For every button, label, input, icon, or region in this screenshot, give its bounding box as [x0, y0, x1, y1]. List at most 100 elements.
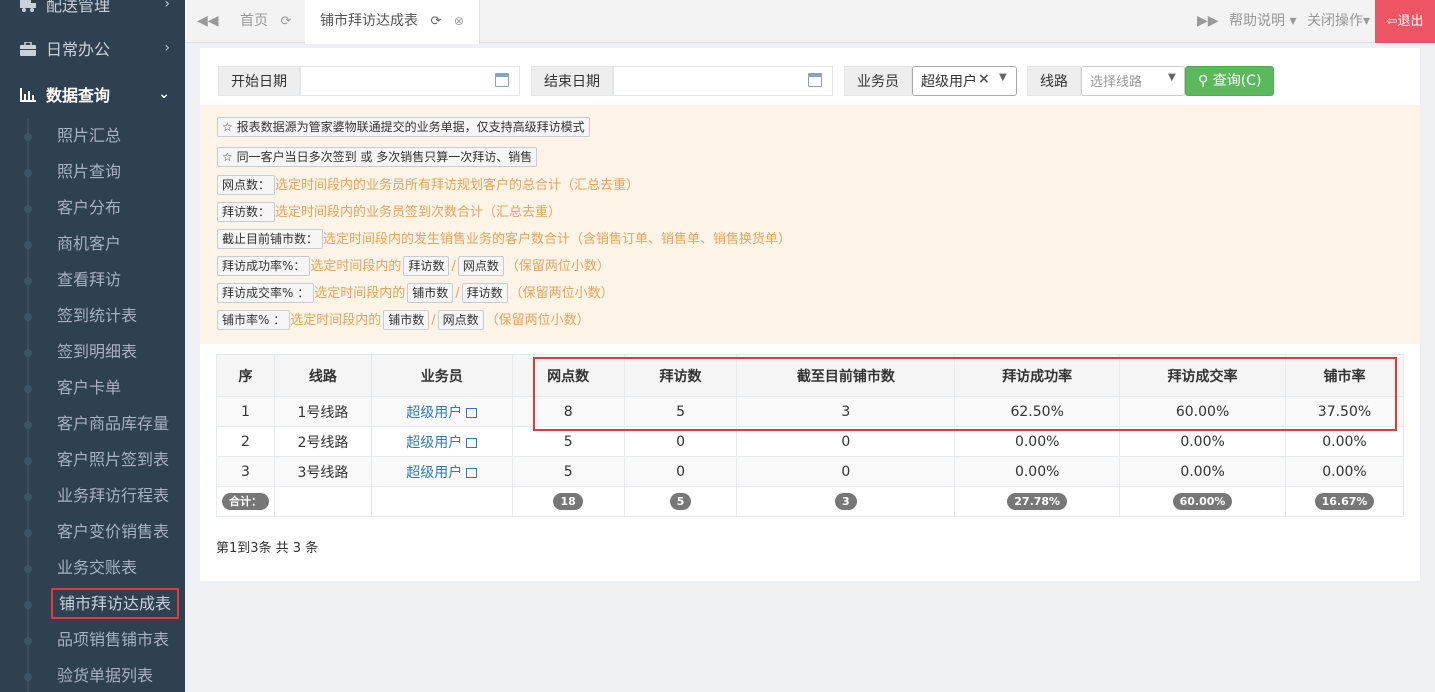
bullet-dot [24, 493, 32, 501]
cell-total-label: 合计： [216, 486, 275, 517]
note-tag: 铺市数 [383, 310, 430, 330]
close-ops-menu[interactable]: 关闭操作▾ [1307, 0, 1370, 43]
sidebar-item-delivery[interactable]: 配送管理 › [20, 0, 170, 16]
sub-item-label: 签到统计表 [57, 306, 138, 325]
chevron-right-icon: › [164, 40, 170, 56]
note-text: / [455, 286, 460, 301]
salesman-value: 超级用户 [921, 74, 977, 90]
user-link[interactable]: 超级用户 [406, 434, 478, 451]
clear-icon[interactable]: × [978, 71, 990, 87]
sidebar-sub-item[interactable]: 查看拜访 [0, 262, 185, 298]
bullet-dot [24, 637, 32, 645]
column-header[interactable]: 序 [216, 354, 275, 397]
note-tag: ☆ 报表数据源为管家婆物联通提交的业务单据，仅支持高级拜访模式 [217, 117, 590, 137]
cell-user: 超级用户 [370, 426, 513, 457]
sub-item-label: 照片汇总 [57, 126, 122, 145]
sidebar: 配送管理 › 日常办公 › 数据查询 ⌄ 照片汇总 照片查询 客户分布 商机客户… [0, 0, 185, 692]
sidebar-sub-item[interactable]: 验货单据列表 [0, 658, 185, 692]
note-text: 选定时间段内的 [310, 259, 402, 274]
logout-button[interactable]: ⇦退出 [1375, 0, 1435, 43]
cell-route: 2号线路 [273, 426, 372, 457]
note-text: 选定时间段内的业务员签到次数合计（汇总去重） [275, 205, 562, 220]
sub-item-label: 品项销售铺市表 [57, 630, 170, 649]
query-button[interactable]: ⚲ 查询(C) [1185, 66, 1275, 96]
route-select[interactable]: 选择线路 ▼ [1081, 66, 1185, 96]
start-date-label: 开始日期 [218, 66, 300, 96]
sub-item-label: 商机客户 [57, 234, 122, 253]
calendar-icon[interactable] [808, 73, 822, 87]
sidebar-sub-item[interactable]: 品项销售铺市表 [0, 622, 185, 658]
sidebar-sub-item[interactable]: 签到明细表 [0, 334, 185, 370]
tab-label: 铺市拜访达成表 [320, 13, 418, 29]
cell-success-rate: 0.00% [954, 456, 1121, 487]
scroll-right-icon[interactable]: ▶▶ [1197, 0, 1219, 43]
sidebar-sub-item-active[interactable]: 铺市拜访达成表 [0, 586, 185, 622]
note-tag: 拜访数 [461, 283, 508, 303]
sidebar-sub-item[interactable]: 客户商品库存量 [0, 406, 185, 442]
cell-shops: 0 [736, 426, 956, 457]
user-link[interactable]: 超级用户 [406, 464, 478, 481]
cell-user: 超级用户 [370, 396, 513, 427]
cell-shop-rate: 0.00% [1285, 426, 1404, 457]
sidebar-sub-item[interactable]: 客户分布 [0, 190, 185, 226]
calendar-icon[interactable] [495, 73, 509, 87]
sub-item-label: 客户商品库存量 [57, 414, 170, 433]
salesman-select[interactable]: 超级用户 × ▼ [912, 66, 1017, 96]
sidebar-sub-item[interactable]: 业务交账表 [0, 550, 185, 586]
cell-success-rate: 0.00% [954, 426, 1121, 457]
cell-total-shops: 3 [736, 486, 956, 517]
sidebar-sub-item[interactable]: 照片查询 [0, 154, 185, 190]
sub-item-label: 铺市拜访达成表 [50, 588, 180, 619]
query-label: 查询(C) [1212, 73, 1262, 89]
close-icon[interactable]: ⊗ [454, 14, 464, 28]
briefcase-icon [20, 41, 36, 56]
total-badge: 5 [669, 493, 692, 510]
sub-item-label: 客户变价销售表 [57, 522, 170, 541]
refresh-icon[interactable]: ⟳ [430, 14, 441, 29]
sidebar-sub-item[interactable]: 客户变价销售表 [0, 514, 185, 550]
user-link-label: 超级用户 [406, 464, 463, 481]
note-text: （保留两位小数） [505, 259, 610, 274]
note-tag: 拜访成交率% ： [217, 283, 315, 303]
sidebar-sub-item[interactable]: 签到统计表 [0, 298, 185, 334]
sidebar-sub-item[interactable]: 客户照片签到表 [0, 442, 185, 478]
column-header[interactable]: 线路 [273, 354, 372, 397]
bullet-dot [24, 601, 32, 609]
external-link-icon [466, 467, 478, 478]
chevron-right-icon: › [164, 0, 170, 12]
search-icon: ⚲ [1198, 73, 1209, 89]
sidebar-sub-item[interactable]: 客户卡单 [0, 370, 185, 406]
sidebar-item-label: 日常办公 [46, 40, 111, 59]
sidebar-item-daily[interactable]: 日常办公 › [20, 36, 170, 60]
note-text: 选定时间段内的发生销售业务的客户数合计（含销售订单、销售单、销售换货单） [323, 232, 792, 247]
tab-home[interactable]: 首页 ⟳ [225, 0, 308, 43]
note-text: 选定时间段内的业务员所有拜访规划客户的总合计（汇总去重） [275, 178, 640, 193]
note-tag: 网点数： [217, 175, 276, 195]
end-date-input[interactable] [613, 66, 833, 96]
cell-empty [273, 486, 372, 517]
sign-out-icon: ⇦ [1386, 14, 1398, 29]
sidebar-sub-item[interactable]: 商机客户 [0, 226, 185, 262]
column-header[interactable]: 业务员 [370, 354, 513, 397]
bullet-dot [24, 385, 32, 393]
start-date-input[interactable] [300, 66, 520, 96]
note-text: 选定时间段内的 [314, 286, 406, 301]
highlight-box [533, 357, 1397, 431]
sidebar-sub-item[interactable]: 业务拜访行程表 [0, 478, 185, 514]
note-line: ☆ 报表数据源为管家婆物联通提交的业务单据，仅支持高级拜访模式 [217, 117, 590, 138]
user-link[interactable]: 超级用户 [406, 405, 478, 421]
table-row[interactable]: 3 3号线路 超级用户 5 0 0 0.00% 0.00% 0.00% [216, 456, 1404, 487]
cell-total-visits: 5 [623, 486, 738, 517]
user-link-label: 超级用户 [406, 434, 463, 451]
bullet-dot [24, 133, 32, 141]
sidebar-item-data-query[interactable]: 数据查询 ⌄ [20, 82, 170, 106]
total-badge: 16.67% [1314, 493, 1375, 510]
bullet-dot [24, 673, 32, 681]
table-row[interactable]: 2 2号线路 超级用户 5 0 0 0.00% 0.00% 0.00% [216, 426, 1404, 457]
help-menu[interactable]: 帮助说明 ▾ [1229, 0, 1296, 43]
refresh-icon[interactable]: ⟳ [280, 14, 291, 29]
sidebar-sub-item[interactable]: 照片汇总 [0, 118, 185, 154]
tab-current[interactable]: 铺市拜访达成表 ⟳ ⊗ [305, 0, 480, 44]
scroll-left-icon[interactable]: ◀◀ [197, 13, 219, 29]
salesman-label: 业务员 [844, 66, 912, 96]
